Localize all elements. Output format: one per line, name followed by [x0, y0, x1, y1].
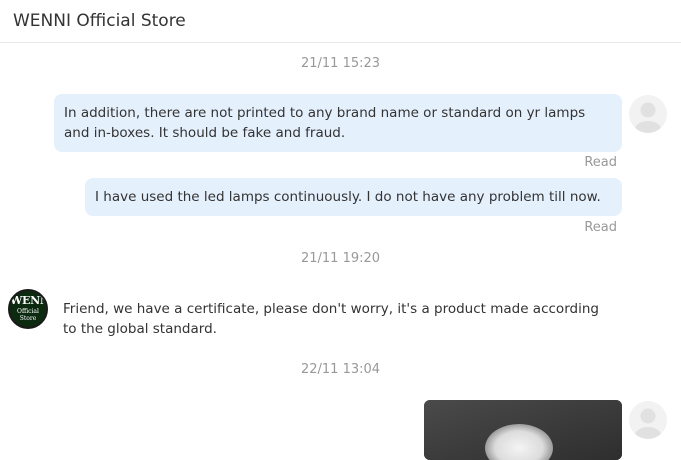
- lamp-photo: [424, 400, 622, 460]
- incoming-message[interactable]: Friend, we have a certificate, please do…: [63, 299, 599, 339]
- message-text-line: In addition, there are not printed to an…: [64, 105, 586, 121]
- user-avatar[interactable]: [629, 95, 667, 133]
- message-text: I have used the led lamps continuously. …: [95, 189, 601, 205]
- store-logo-text: WENNI: [10, 294, 46, 307]
- timestamp: 21/11 19:20: [300, 251, 381, 266]
- message-text-line: to the global standard.: [63, 321, 217, 337]
- store-logo-subtext: Store: [19, 315, 37, 322]
- store-avatar[interactable]: WENNI Official Store: [8, 289, 48, 329]
- user-silhouette-icon: [635, 408, 661, 439]
- timestamp: 21/11 15:23: [300, 56, 381, 71]
- store-name[interactable]: WENNI Official Store: [13, 11, 186, 31]
- user-silhouette-icon: [635, 102, 661, 133]
- message-text-line: Friend, we have a certificate, please do…: [63, 301, 599, 317]
- image-message[interactable]: [424, 400, 622, 460]
- read-status: Read: [584, 220, 617, 235]
- user-avatar[interactable]: [629, 401, 667, 439]
- timestamp: 22/11 13:04: [300, 362, 381, 377]
- store-logo-subtext: Official: [17, 308, 39, 315]
- message-text-line: and in-boxes. It should be fake and frau…: [64, 125, 346, 141]
- outgoing-message[interactable]: I have used the led lamps continuously. …: [85, 178, 622, 216]
- chat-header: WENNI Official Store: [0, 0, 681, 43]
- outgoing-message[interactable]: In addition, there are not printed to an…: [54, 94, 622, 152]
- read-status: Read: [584, 155, 617, 170]
